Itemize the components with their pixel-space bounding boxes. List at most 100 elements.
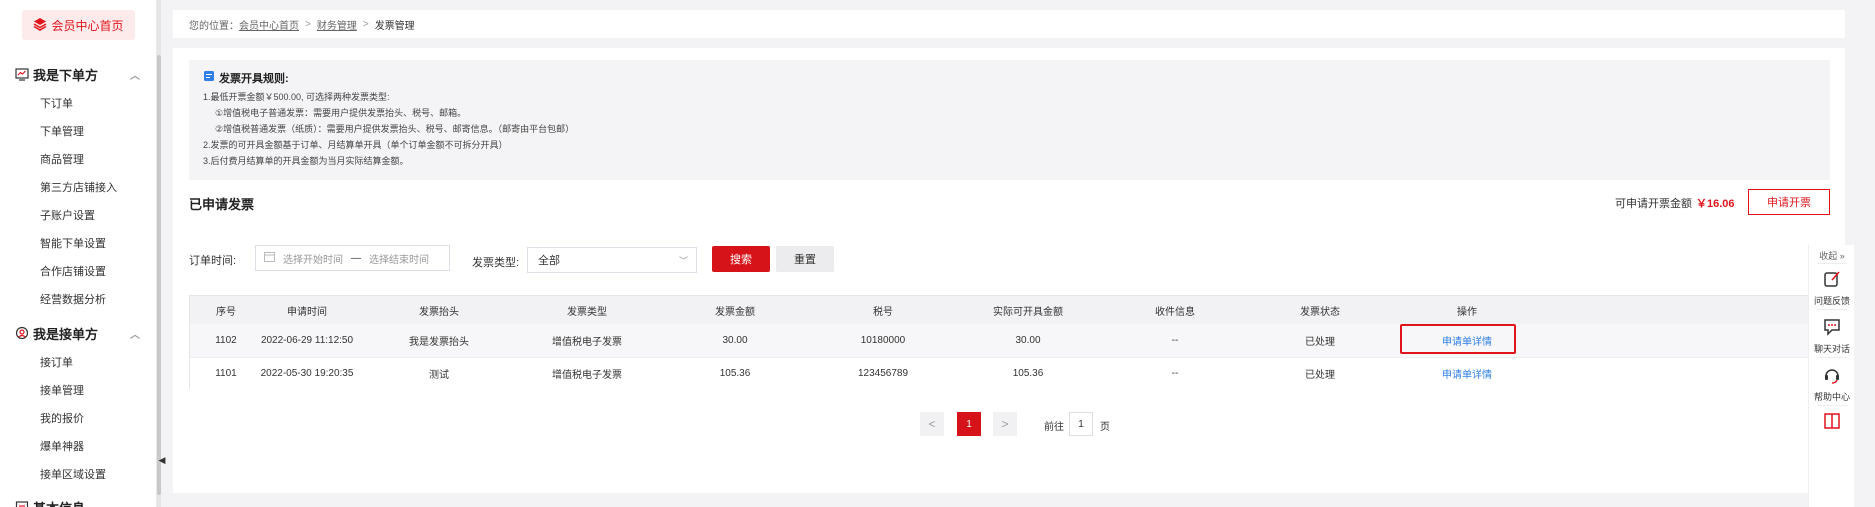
main-content: 您的位置： 会员中心首页 > 财务管理 > 发票管理 发票开具规则: 1.最低开… — [173, 0, 1845, 507]
invoice-type-select[interactable]: 全部 ﹀ — [527, 247, 697, 273]
row-invoice-type: 增值税电子发票 — [552, 337, 622, 348]
divider — [1817, 405, 1847, 406]
rules-title: 发票开具规则: — [203, 70, 1816, 87]
goto-page-input[interactable]: 1 — [1069, 412, 1093, 436]
sidebar-group-label: 我是下单方 — [33, 67, 99, 83]
sidebar: 会员中心首页 我是下单方 ︿ 下订单 下单管理 商品管理 第三方店铺接入 子账户… — [0, 0, 157, 507]
sidebar-item[interactable]: 经营数据分析 — [40, 292, 106, 308]
rules-line: 3.后付费月结算单的开具金额为当月实际结算金额。 — [203, 156, 409, 166]
end-date-input[interactable]: 选择结束时间 — [369, 251, 429, 266]
layers-icon — [33, 17, 47, 34]
feedback-label: 问题反馈 — [1813, 296, 1850, 306]
row-recipient-info: -- — [1171, 335, 1179, 346]
rules-title-text: 发票开具规则: — [219, 72, 289, 85]
reset-button[interactable]: 重置 — [776, 246, 834, 272]
invoice-panel: 发票开具规则: 1.最低开票金额￥500.00, 可选择两种发票类型: ①增值税… — [173, 48, 1845, 493]
page-1-button[interactable]: 1 — [957, 412, 981, 436]
rules-line: ②增值税普通发票（纸质）：需要用户提供发票抬头、税号、邮寄信息。（邮寄由平台包邮… — [215, 124, 575, 134]
sidebar-item[interactable]: 子账户设置 — [40, 208, 95, 224]
sidebar-item[interactable]: 智能下单设置 — [40, 236, 106, 252]
sidebar-scrollbar[interactable] — [157, 0, 161, 507]
sidebar-group-basic-info[interactable]: 基本信息 — [15, 496, 140, 507]
chevron-up-icon: ︿ — [130, 329, 140, 341]
row-invoice-title: 我是发票抬头 — [409, 337, 469, 348]
sidebar-item[interactable]: 合作店铺设置 — [40, 264, 106, 280]
sidebar-item[interactable]: 下单管理 — [40, 124, 84, 140]
sidebar-group-label: 我是接单方 — [33, 326, 99, 342]
chat-button[interactable]: 聊天对话 — [1809, 317, 1855, 355]
available-label: 可申请开票金额 — [1615, 198, 1692, 210]
gear-user-icon — [15, 326, 29, 340]
search-button[interactable]: 搜索 — [712, 246, 770, 272]
rules-line: 2.发票的可开具金额基于订单、月结算单开具（单个订单金额不可拆分开具） — [203, 140, 508, 150]
rules-line: 1.最低开票金额￥500.00, 可选择两种发票类型: — [203, 92, 390, 102]
invoice-rules: 发票开具规则: 1.最低开票金额￥500.00, 可选择两种发票类型: ①增值税… — [189, 60, 1830, 180]
sidebar-item[interactable]: 下订单 — [40, 96, 73, 112]
sidebar-item[interactable]: 第三方店铺接入 — [40, 180, 117, 196]
breadcrumb: 您的位置： 会员中心首页 > 财务管理 > 发票管理 — [173, 10, 1845, 38]
order-time-label: 订单时间: — [189, 255, 237, 267]
row-apply-time: 2022-05-30 19:20:35 — [260, 368, 354, 379]
column-header: 序号 — [216, 306, 236, 318]
table-row: 1101 2022-05-30 19:20:35 测试 增值税电子发票 105.… — [190, 357, 1829, 389]
page-suffix: 页 — [1100, 422, 1110, 433]
apply-invoice-button[interactable]: 申请开票 — [1748, 189, 1830, 215]
row-apply-time: 2022-06-29 11:12:50 — [260, 335, 354, 346]
member-center-home-button[interactable]: 会员中心首页 — [22, 10, 135, 40]
application-detail-link[interactable]: 申请单详情 — [1442, 324, 1492, 357]
sidebar-item[interactable]: 商品管理 — [40, 152, 84, 168]
breadcrumb-current: 发票管理 — [374, 20, 415, 32]
sidebar-item[interactable]: 爆单神器 — [40, 439, 84, 455]
sidebar-group-orderer[interactable]: 我是下单方 ︿ — [15, 63, 140, 85]
monitor-chart-icon — [15, 67, 29, 81]
sidebar-item[interactable]: 接单区域设置 — [40, 467, 106, 483]
invoice-type-value: 全部 — [538, 255, 560, 267]
toolbar-collapse-button[interactable]: 收起 » — [1809, 249, 1855, 262]
range-separator: — — [351, 252, 361, 264]
sidebar-group-receiver[interactable]: 我是接单方 ︿ — [15, 322, 140, 344]
available-amount: 可申请开票金额 ￥16.06 — [1615, 195, 1735, 211]
column-header: 发票金额 — [715, 306, 755, 318]
row-actual-amount: 105.36 — [1012, 368, 1044, 379]
divider — [1817, 263, 1847, 264]
document-icon — [203, 70, 215, 87]
column-header: 操作 — [1457, 306, 1477, 318]
sidebar-item[interactable]: 接单管理 — [40, 383, 84, 399]
breadcrumb-prefix: 您的位置： — [189, 20, 239, 32]
column-header: 发票抬头 — [419, 306, 459, 318]
help-center-label: 帮助中心 — [1813, 392, 1850, 402]
divider — [1817, 357, 1847, 358]
chat-label: 聊天对话 — [1813, 344, 1850, 354]
more-tool-button[interactable] — [1809, 411, 1855, 436]
scrollbar-thumb[interactable] — [157, 55, 161, 495]
calendar-icon — [264, 251, 283, 265]
sidebar-item[interactable]: 我的报价 — [40, 411, 84, 427]
breadcrumb-home-link[interactable]: 会员中心首页 — [239, 17, 299, 32]
section-title: 已申请发票 — [189, 197, 255, 212]
row-status: 已处理 — [1305, 370, 1335, 381]
row-actual-amount: 30.00 — [1015, 335, 1041, 346]
breadcrumb-finance-link[interactable]: 财务管理 — [317, 17, 357, 32]
row-invoice-type: 增值税电子发票 — [552, 370, 622, 381]
next-page-button[interactable]: > — [993, 412, 1017, 436]
start-date-input[interactable]: 选择开始时间 — [283, 251, 343, 266]
row-invoice-title: 测试 — [429, 370, 449, 381]
order-time-range[interactable]: 选择开始时间 — 选择结束时间 — [255, 245, 450, 271]
feedback-button[interactable]: 问题反馈 — [1809, 269, 1855, 307]
column-header: 发票类型 — [567, 306, 607, 318]
sidebar-item[interactable]: 接订单 — [40, 355, 73, 371]
book-icon — [1822, 411, 1842, 436]
prev-page-button[interactable]: < — [920, 412, 944, 436]
application-detail-link[interactable]: 申请单详情 — [1442, 358, 1492, 389]
row-id: 1102 — [215, 335, 237, 346]
column-header: 申请时间 — [287, 306, 327, 318]
available-amount-value: ￥16.06 — [1696, 198, 1735, 210]
help-center-button[interactable]: 帮助中心 — [1809, 365, 1855, 403]
table-header: 序号 申请时间 发票抬头 发票类型 发票金额 税号 实际可开具金额 收件信息 发… — [190, 296, 1829, 324]
breadcrumb-separator-icon: > — [362, 18, 369, 30]
row-invoice-amount: 105.36 — [719, 368, 751, 379]
sidebar-collapse-icon[interactable]: ◀ — [157, 445, 167, 475]
column-header: 发票状态 — [1300, 306, 1340, 318]
info-card-icon — [15, 500, 29, 507]
column-header: 税号 — [873, 306, 893, 318]
